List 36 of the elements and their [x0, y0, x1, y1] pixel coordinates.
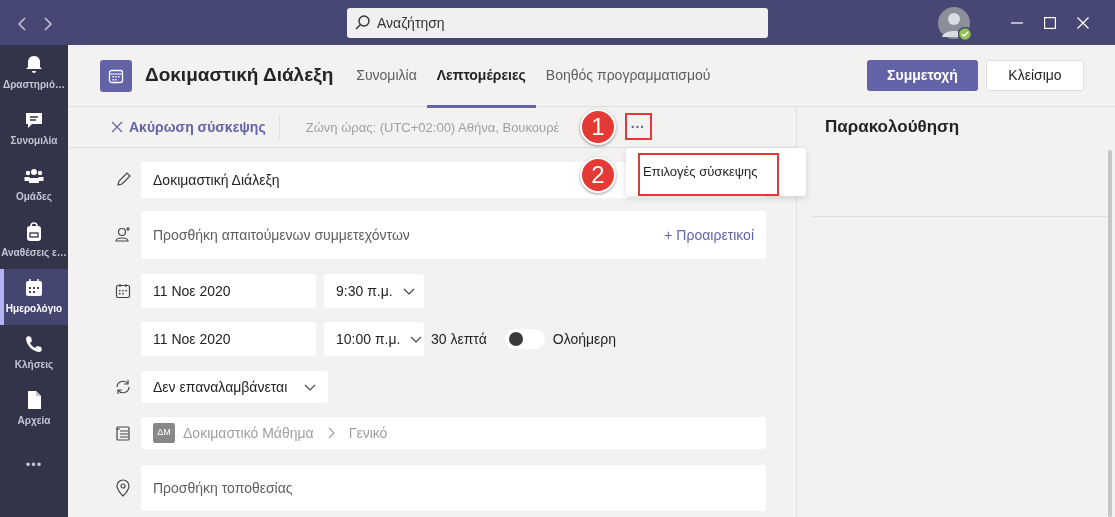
- attendees-placeholder: Προσθήκη απαιτούμενων συμμετεχόντων: [153, 225, 410, 245]
- sidebar-item[interactable]: Συνομιλία: [0, 101, 68, 157]
- more-options-button[interactable]: ···: [627, 117, 648, 137]
- duration-text: 30 λεπτά: [431, 329, 487, 349]
- team-name: Δοκιμαστικό Μάθημα: [183, 423, 314, 443]
- channel-name: Γενικό: [348, 423, 388, 443]
- sidebar-item[interactable]: Δραστηριό…: [0, 45, 68, 101]
- close-button[interactable]: Κλείσιμο: [986, 60, 1084, 91]
- start-time-dropdown[interactable]: 9:30 π.μ.: [324, 274, 424, 308]
- callout-number: 2: [580, 157, 616, 193]
- tab[interactable]: Λεπτομέρειες: [426, 46, 536, 108]
- meeting-title: Δοκιμαστική Διάλεξη: [145, 63, 334, 88]
- optional-attendees-link[interactable]: + Προαιρετικοί: [664, 224, 754, 246]
- join-button[interactable]: Συμμετοχή: [867, 60, 978, 91]
- sidebar-item[interactable]: Αρχεία: [0, 381, 68, 437]
- more-apps-button[interactable]: •••: [12, 445, 56, 485]
- attendees-field[interactable]: Προσθήκη απαιτούμενων συμμετεχόντων + Προαιρετικοί: [141, 211, 766, 259]
- callout-number: 1: [580, 109, 616, 145]
- end-date-field[interactable]: 11 Νοε 2020: [141, 322, 316, 356]
- sidebar-item[interactable]: Αναθέσεις ε…: [0, 213, 68, 269]
- repeat-dropdown[interactable]: Δεν επαναλαμβάνεται: [141, 371, 328, 403]
- end-time-dropdown[interactable]: 10:00 π.μ.: [324, 322, 424, 356]
- sidebar-item[interactable]: Ομάδες: [0, 157, 68, 213]
- cancel-meeting-button[interactable]: Ακύρωση σύσκεψης: [123, 116, 266, 138]
- tab[interactable]: Συνομιλία: [346, 46, 427, 108]
- tab[interactable]: Βοηθός προγραμματισμού: [535, 46, 721, 108]
- team-avatar: ΔΜ: [153, 423, 175, 443]
- location-field[interactable]: Προσθήκη τοποθεσίας: [141, 465, 766, 511]
- all-day-label: Ολοήμερη: [552, 329, 617, 349]
- timezone-text: Ζώνη ώρας: (UTC+02:00) Αθήνα, Βουκουρέ: [305, 119, 560, 135]
- menu-item[interactable]: Επιλογές σύσκεψης: [626, 161, 764, 183]
- start-date-field[interactable]: 11 Νοε 2020: [141, 274, 316, 308]
- sidebar-item[interactable]: Ημερολόγιο: [0, 269, 68, 325]
- search-field[interactable]: Αναζήτηση: [347, 8, 768, 38]
- sidebar-item[interactable]: Κλήσεις: [0, 325, 68, 381]
- panel-title: Παρακολούθηση: [824, 116, 961, 139]
